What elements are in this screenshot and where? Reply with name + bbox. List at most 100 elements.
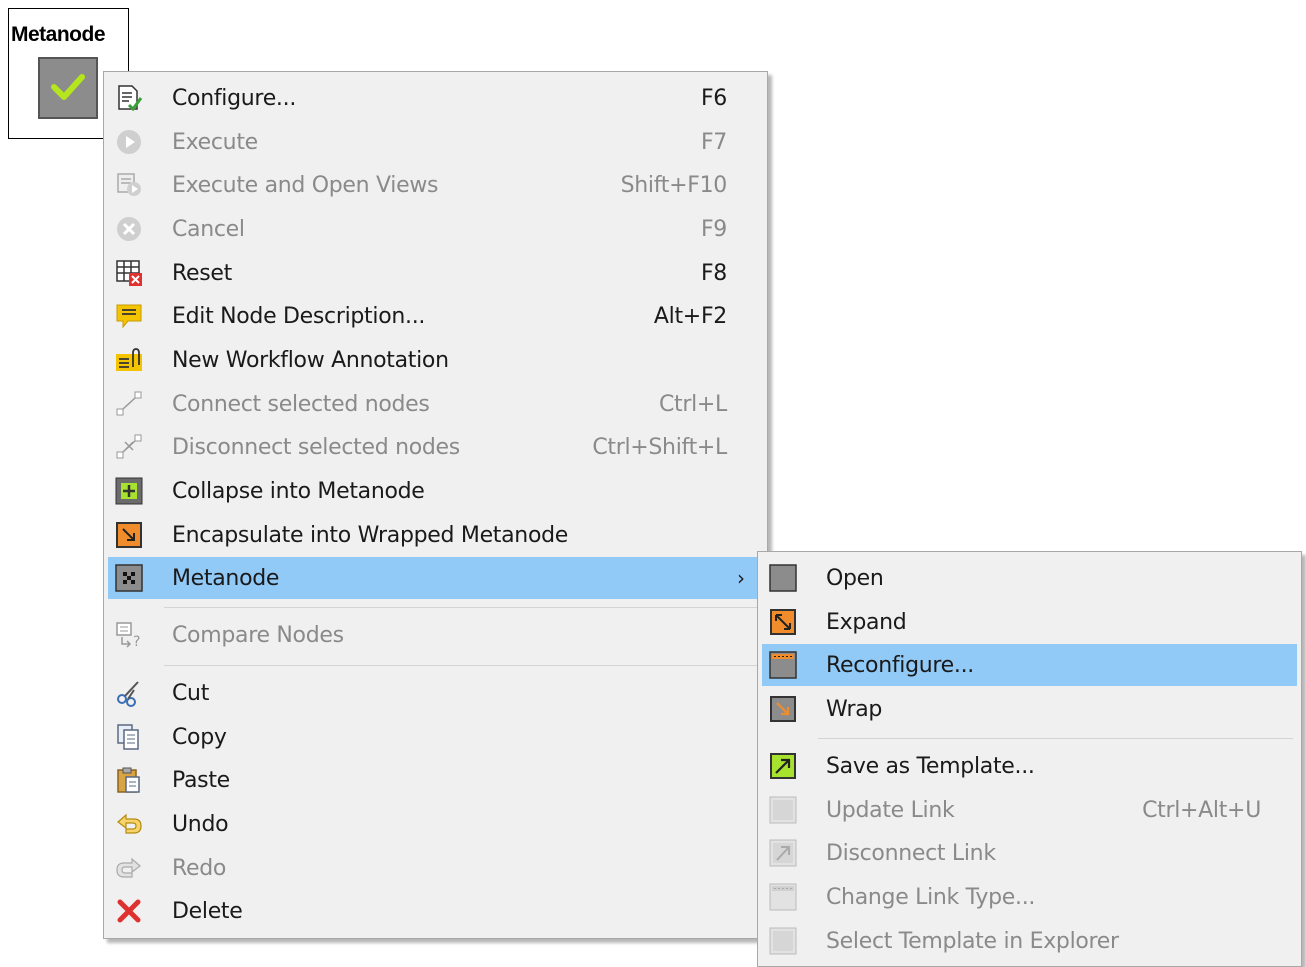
menu-item-shortcut: F8 — [700, 261, 727, 286]
submenu-item-disconnect-link[interactable]: Disconnect Link — [762, 832, 1297, 874]
connect-nodes-icon — [116, 391, 142, 416]
select-template-icon — [769, 927, 797, 955]
submenu-item-reconfigure[interactable]: Reconfigure... — [762, 644, 1297, 686]
submenu-item-open[interactable]: Open — [762, 557, 1297, 599]
update-link-icon — [769, 796, 797, 824]
menu-item-shortcut: Shift+F10 — [620, 173, 728, 198]
execute-open-views-icon — [117, 173, 141, 196]
submenu-item-label: Change Link Type... — [826, 885, 1036, 910]
svg-text:?: ? — [133, 634, 140, 650]
menu-item-label: Compare Nodes — [172, 623, 344, 648]
menu-item-compare-nodes[interactable]: ? Compare Nodes — [108, 614, 763, 656]
menu-item-encapsulate[interactable]: Encapsulate into Wrapped Metanode — [108, 514, 763, 556]
menu-item-configure[interactable]: Configure... F6 — [108, 77, 763, 119]
execute-icon — [117, 130, 141, 154]
redo-icon — [116, 857, 141, 878]
encapsulate-icon — [116, 522, 142, 548]
menu-item-label: Execute and Open Views — [172, 173, 439, 198]
menu-item-edit-description[interactable]: Edit Node Description... Alt+F2 — [108, 295, 763, 337]
compare-nodes-icon: ? — [116, 622, 140, 650]
submenu-item-wrap[interactable]: Wrap — [762, 688, 1297, 730]
cut-icon — [117, 681, 139, 707]
menu-item-label: Encapsulate into Wrapped Metanode — [172, 523, 569, 548]
menu-separator — [164, 607, 759, 608]
disconnect-link-icon — [769, 839, 797, 867]
menu-item-label: Connect selected nodes — [172, 392, 430, 417]
reset-icon — [116, 260, 142, 286]
submenu-item-update-link[interactable]: Update Link Ctrl+Alt+U — [762, 789, 1297, 831]
menu-item-label: Disconnect selected nodes — [172, 435, 460, 460]
copy-icon — [117, 724, 139, 750]
submenu-item-label: Update Link — [826, 798, 955, 823]
submenu-item-save-template[interactable]: Save as Template... — [762, 745, 1297, 787]
submenu-item-label: Reconfigure... — [826, 653, 974, 678]
menu-item-connect-nodes[interactable]: Connect selected nodes Ctrl+L — [108, 383, 763, 425]
open-icon — [769, 564, 797, 592]
menu-item-redo[interactable]: Redo — [108, 847, 763, 889]
menu-item-new-annotation[interactable]: New Workflow Annotation — [108, 339, 763, 381]
menu-item-shortcut: Ctrl+L — [658, 392, 727, 417]
submenu-arrow-icon: › — [737, 566, 745, 590]
menu-item-cancel[interactable]: Cancel F9 — [108, 208, 763, 250]
menu-item-label: Edit Node Description... — [172, 304, 426, 329]
submenu-item-change-link-type[interactable]: Change Link Type... — [762, 876, 1297, 918]
collapse-icon — [115, 477, 143, 505]
menu-item-execute[interactable]: Execute F7 — [108, 121, 763, 163]
wrap-icon — [770, 696, 796, 722]
submenu-item-label: Save as Template... — [826, 754, 1035, 779]
submenu-item-select-template[interactable]: Select Template in Explorer — [762, 920, 1297, 962]
submenu-separator — [818, 738, 1293, 739]
expand-icon — [770, 609, 796, 635]
submenu-item-shortcut: Ctrl+Alt+U — [1142, 798, 1261, 823]
menu-item-label: Delete — [172, 899, 243, 924]
menu-item-label: Reset — [172, 261, 232, 286]
disconnect-nodes-icon — [116, 434, 142, 459]
delete-icon — [117, 899, 141, 923]
menu-item-label: Execute — [172, 130, 258, 155]
annotation-icon — [116, 348, 142, 371]
menu-separator — [164, 665, 759, 666]
checkmark-icon — [51, 74, 85, 100]
menu-item-label: Configure... — [172, 86, 297, 111]
menu-item-shortcut: Alt+F2 — [653, 304, 727, 329]
menu-item-paste[interactable]: Paste — [108, 759, 763, 801]
metanode-icon — [115, 564, 143, 592]
submenu-item-label: Wrap — [826, 697, 883, 722]
node-title: Metanode — [11, 23, 106, 46]
menu-item-label: Undo — [172, 812, 229, 837]
cancel-icon — [117, 217, 141, 241]
submenu-item-label: Select Template in Explorer — [826, 929, 1119, 954]
menu-item-label: Paste — [172, 768, 230, 793]
menu-item-label: New Workflow Annotation — [172, 348, 449, 373]
menu-item-reset[interactable]: Reset F8 — [108, 252, 763, 294]
submenu-item-label: Disconnect Link — [826, 841, 996, 866]
menu-item-disconnect-nodes[interactable]: Disconnect selected nodes Ctrl+Shift+L — [108, 426, 763, 468]
menu-item-shortcut: F6 — [700, 86, 727, 111]
menu-item-label: Metanode — [172, 566, 280, 591]
undo-icon — [117, 813, 142, 834]
menu-item-collapse-metanode[interactable]: Collapse into Metanode — [108, 470, 763, 512]
menu-item-shortcut: F7 — [700, 130, 727, 155]
menu-item-copy[interactable]: Copy — [108, 716, 763, 758]
menu-item-delete[interactable]: Delete — [108, 890, 763, 932]
menu-item-cut[interactable]: Cut — [108, 672, 763, 714]
menu-item-label: Copy — [172, 725, 227, 750]
menu-item-label: Redo — [172, 856, 227, 881]
menu-item-undo[interactable]: Undo — [108, 803, 763, 845]
edit-description-icon — [116, 304, 142, 329]
metanode-submenu: Open Expand Reconfigure... Wrap Save as … — [757, 551, 1302, 967]
submenu-item-label: Open — [826, 566, 884, 591]
menu-item-label: Cancel — [172, 217, 245, 242]
menu-item-metanode[interactable]: Metanode › — [108, 557, 763, 599]
submenu-item-label: Expand — [826, 610, 907, 635]
node-status-box[interactable] — [38, 57, 98, 119]
save-template-icon — [770, 753, 796, 779]
submenu-item-expand[interactable]: Expand — [762, 601, 1297, 643]
menu-item-label: Cut — [172, 681, 210, 706]
context-menu: Configure... F6 Execute F7 Execute and O… — [103, 71, 768, 939]
configure-icon — [118, 85, 143, 112]
menu-item-shortcut: F9 — [700, 217, 727, 242]
menu-item-shortcut: Ctrl+Shift+L — [592, 435, 727, 460]
menu-item-execute-open-views[interactable]: Execute and Open Views Shift+F10 — [108, 164, 763, 206]
change-link-type-icon — [769, 883, 797, 911]
